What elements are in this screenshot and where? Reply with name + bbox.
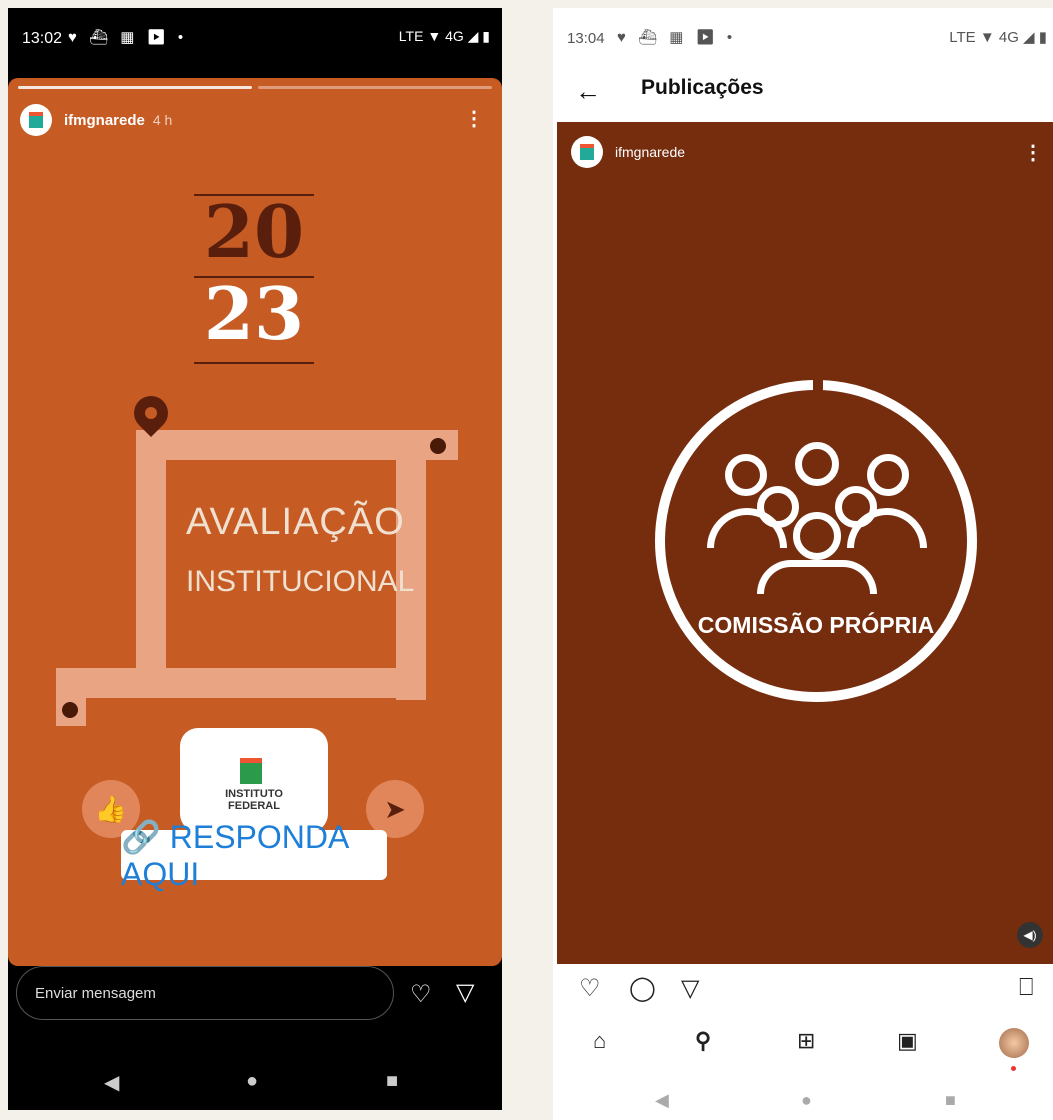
system-icons: LTE ▼ 4G ◢ ▮ [949, 29, 1047, 46]
story-screen: 13:02 ♥ ⛴ ▦ ▶ • LTE ▼ 4G ◢ ▮ ifmgnarede … [8, 8, 502, 1110]
people-group-icon [707, 442, 927, 594]
status-time: 13:02 [22, 30, 63, 47]
notification-dot [1011, 1066, 1016, 1071]
if-mark-icon [240, 758, 262, 784]
post-image[interactable]: ifmgnarede ⋮ COMISSÃO PRÓPRIA ◀) [557, 122, 1053, 964]
if-logo-icon [29, 112, 43, 128]
story-progress-1 [18, 86, 252, 89]
reels-icon[interactable]: ▣ [897, 1028, 918, 1054]
road-bottom [56, 668, 426, 698]
send-icon[interactable]: ▽ [456, 978, 474, 1007]
page-title: Publicações [641, 76, 764, 99]
story-time: 4 h [152, 112, 173, 128]
send-message-input[interactable]: Enviar mensagem [16, 966, 394, 1020]
title-line2: INSTITUCIONAL [186, 565, 415, 598]
like-icon[interactable]: ♡ [579, 974, 601, 1003]
post-username[interactable]: ifmgnarede [615, 144, 685, 160]
back-arrow-icon[interactable]: ← [575, 76, 601, 107]
more-options-icon[interactable]: ⋮ [464, 106, 484, 131]
if-logo-icon [580, 144, 594, 160]
add-post-icon[interactable]: ⊞ [797, 1028, 815, 1054]
more-options-icon[interactable]: ⋮ [1023, 140, 1043, 165]
home-icon[interactable]: ⌂ [593, 1028, 606, 1054]
nav-home-icon[interactable]: ● [246, 1070, 258, 1093]
nav-recent-icon[interactable]: ■ [386, 1070, 398, 1093]
heart-icon[interactable]: ♡ [410, 980, 432, 1009]
road-left [136, 430, 166, 670]
title-line1: AVALIAÇÃO [186, 501, 405, 543]
logo-text-line1: INSTITUTO FEDERAL [225, 788, 283, 812]
respond-link-sticker[interactable]: 🔗 RESPONDA AQUI [121, 819, 387, 892]
profile-avatar[interactable] [20, 104, 52, 136]
story-header[interactable]: ifmgnarede 4 h [20, 102, 172, 138]
year-bottom: 23 [203, 271, 305, 356]
notification-icons: ♥ ⛴ ▦ ▶ • [68, 29, 188, 46]
comment-icon[interactable]: ◯ [629, 974, 656, 1003]
year-top: 20 [203, 189, 305, 274]
notification-icons: ♥ ⛴ ▦ ▶ • [617, 29, 737, 46]
status-bar: 13:02 ♥ ⛴ ▦ ▶ • LTE ▼ 4G ◢ ▮ [8, 8, 502, 66]
road-dot-start [62, 702, 78, 718]
year-rule-bottom [194, 362, 314, 364]
status-time: 13:04 [567, 30, 605, 47]
share-icon[interactable]: ▽ [681, 974, 699, 1003]
system-icons: LTE ▼ 4G ◢ ▮ [398, 28, 490, 44]
post-header[interactable]: ifmgnarede [571, 136, 685, 168]
story-username[interactable]: ifmgnarede [64, 112, 145, 129]
institute-logo: INSTITUTO FEDERAL [180, 728, 328, 832]
road-dot-end [430, 438, 446, 454]
post-screen: 13:04 ♥ ⛴ ▦ ▶ • LTE ▼ 4G ◢ ▮ ← Publicaçõ… [553, 8, 1053, 1120]
nav-back-icon[interactable]: ◀ [655, 1090, 669, 1111]
bookmark-icon[interactable]: ⎕ [1019, 974, 1033, 1002]
ring-gap [813, 376, 823, 394]
search-icon[interactable]: ⚲ [695, 1028, 711, 1054]
status-bar: 13:04 ♥ ⛴ ▦ ▶ • LTE ▼ 4G ◢ ▮ [553, 8, 1053, 64]
profile-avatar[interactable] [571, 136, 603, 168]
story-content[interactable]: ifmgnarede 4 h ⋮ 20 23 AVALIAÇÃO INSTITU… [8, 78, 502, 966]
story-progress-2 [258, 86, 492, 89]
profile-tab-avatar[interactable] [999, 1028, 1029, 1058]
nav-recent-icon[interactable]: ■ [945, 1090, 956, 1111]
mute-icon[interactable]: ◀) [1017, 922, 1043, 948]
nav-home-icon[interactable]: ● [801, 1090, 812, 1111]
committee-text: COMISSÃO PRÓPRIA [697, 612, 935, 638]
nav-back-icon[interactable]: ◀ [104, 1070, 119, 1095]
